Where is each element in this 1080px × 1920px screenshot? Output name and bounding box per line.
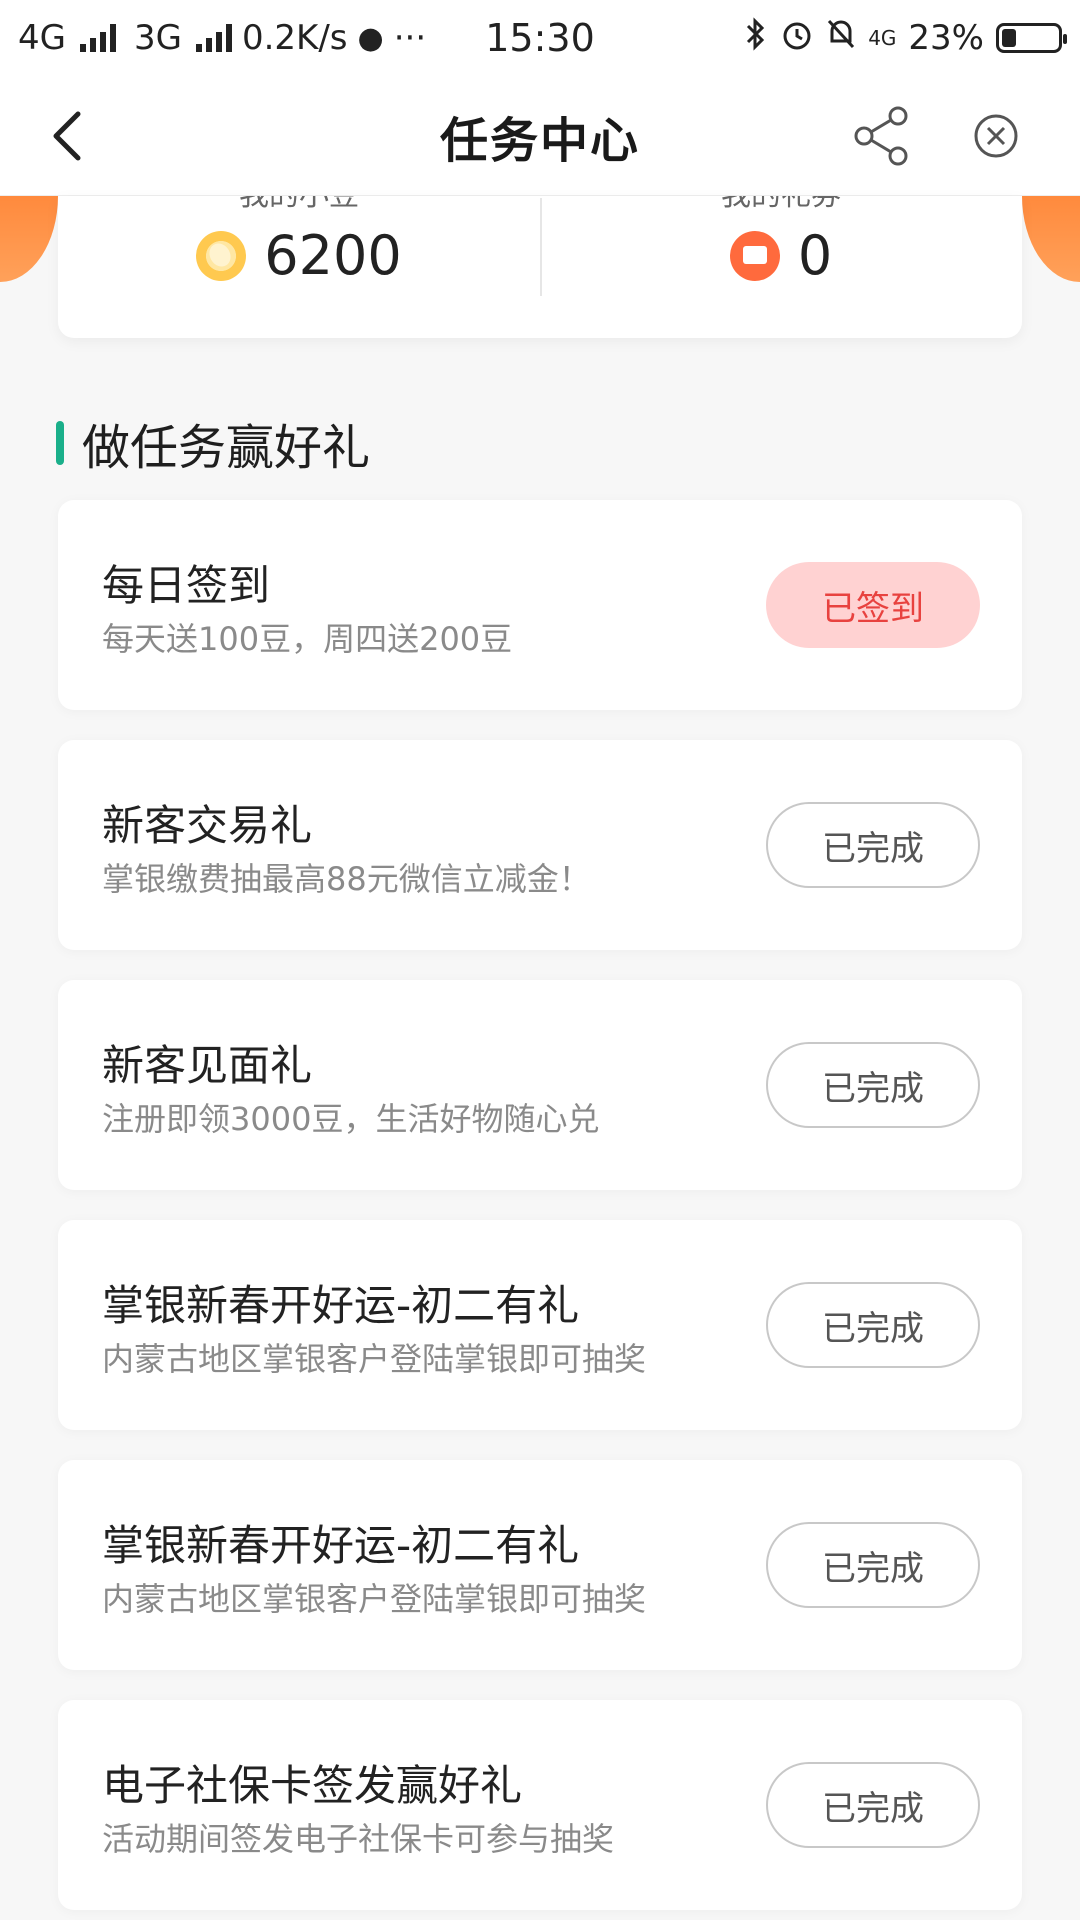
- network-label-right: 4G: [868, 26, 897, 50]
- network-speed: 0.2K/s: [241, 18, 348, 58]
- chevron-left-icon[interactable]: [40, 106, 100, 166]
- task-status-button[interactable]: 已完成: [766, 1042, 980, 1128]
- task-desc: 内蒙古地区掌银客户登陆掌银即可抽奖: [102, 1580, 647, 1618]
- header-decoration-left: [0, 196, 58, 282]
- status-right: 4G 23%: [744, 16, 1067, 60]
- signal-icon: [79, 24, 116, 52]
- beans-label: 我的小豆: [239, 196, 359, 214]
- status-bar: 4G 3G 0.2K/s ● ··· 15:30 4G 23%: [0, 0, 1080, 76]
- bluetooth-icon: [744, 16, 768, 60]
- task-status-button[interactable]: 已完成: [766, 1522, 980, 1608]
- battery-icon: [996, 23, 1067, 53]
- task-name: 每日签到: [102, 561, 271, 610]
- checkin-button[interactable]: 已签到: [766, 562, 980, 648]
- task-card: 掌银新春开好运-初二有礼 内蒙古地区掌银客户登陆掌银即可抽奖 已完成: [58, 1220, 1022, 1430]
- more-notifications: ···: [393, 18, 427, 58]
- tickets-label: 我的礼券: [721, 196, 841, 214]
- task-desc: 掌银缴费抽最高88元微信立减金！: [102, 860, 591, 898]
- task-name: 新客交易礼: [102, 801, 313, 850]
- section-title: 做任务赢好礼: [82, 420, 371, 476]
- share-icon[interactable]: [850, 104, 914, 168]
- task-card: 电子社保卡签发赢好礼 活动期间签发电子社保卡可参与抽奖 已完成: [58, 1700, 1022, 1910]
- section-accent-bar: [56, 421, 64, 465]
- task-desc: 注册即领3000豆，生活好物随心兑: [102, 1100, 600, 1138]
- nav-bar: 任务中心: [0, 76, 1080, 196]
- mute-icon: [826, 17, 856, 60]
- task-desc: 活动期间签发电子社保卡可参与抽奖: [102, 1820, 615, 1858]
- tickets-value: 0: [797, 224, 833, 287]
- close-circle-icon[interactable]: [964, 104, 1028, 168]
- task-status-button[interactable]: 已完成: [766, 802, 980, 888]
- network-label-2: 3G: [133, 18, 182, 58]
- wechat-icon: ●: [357, 20, 384, 56]
- tickets-summary[interactable]: 我的礼券 0: [540, 196, 1022, 338]
- task-desc: 每天送100豆，周四送200豆: [102, 620, 513, 658]
- section-header: 做任务赢好礼: [56, 408, 370, 478]
- task-desc: 内蒙古地区掌银客户登陆掌银即可抽奖: [102, 1340, 647, 1378]
- task-status-button[interactable]: 已完成: [766, 1282, 980, 1368]
- task-name: 掌银新春开好运-初二有礼: [102, 1521, 580, 1570]
- page-title: 任务中心: [439, 112, 640, 169]
- beans-value: 6200: [264, 224, 402, 287]
- alarm-icon: [780, 17, 814, 60]
- battery-percent: 23%: [908, 18, 984, 58]
- summary-card: 我的小豆 6200 我的礼券 0: [58, 196, 1022, 338]
- signal-icon-2: [195, 24, 232, 52]
- ticket-icon: [729, 230, 780, 281]
- header-decoration-right: [1022, 196, 1080, 282]
- task-card: 新客见面礼 注册即领3000豆，生活好物随心兑 已完成: [58, 980, 1022, 1190]
- task-name: 掌银新春开好运-初二有礼: [102, 1281, 580, 1330]
- network-label-1: 4G: [18, 18, 66, 58]
- task-status-button[interactable]: 已完成: [766, 1762, 980, 1848]
- task-card: 掌银新春开好运-初二有礼 内蒙古地区掌银客户登陆掌银即可抽奖 已完成: [58, 1460, 1022, 1670]
- coin-icon: [196, 230, 247, 281]
- task-card: 每日签到 每天送100豆，周四送200豆 已签到: [58, 500, 1022, 710]
- task-name: 新客见面礼: [102, 1041, 313, 1090]
- status-left: 4G 3G 0.2K/s ● ···: [18, 18, 744, 58]
- task-name: 电子社保卡签发赢好礼: [102, 1761, 523, 1810]
- beans-summary[interactable]: 我的小豆 6200: [58, 196, 540, 338]
- task-card: 新客交易礼 掌银缴费抽最高88元微信立减金！ 已完成: [58, 740, 1022, 950]
